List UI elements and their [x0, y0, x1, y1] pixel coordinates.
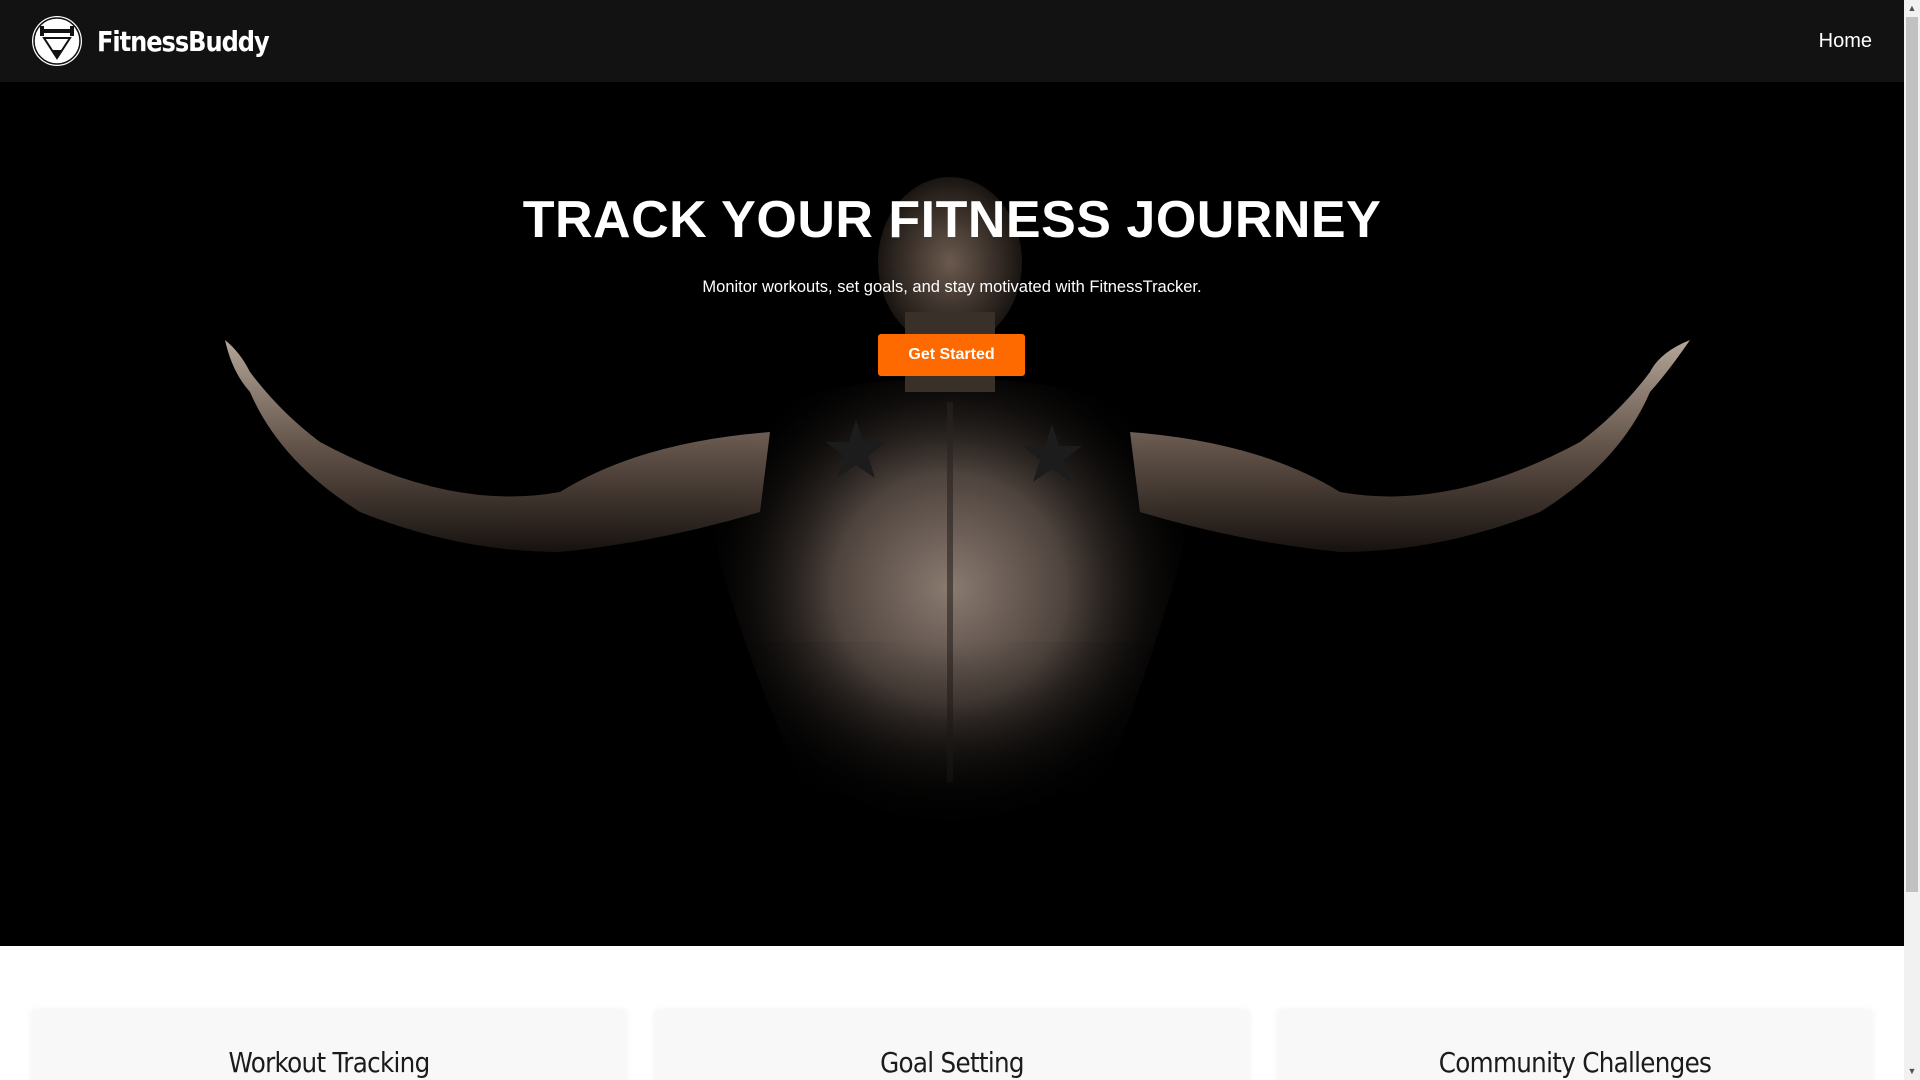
hero-section: TRACK YOUR FITNESS JOURNEY Monitor worko…: [0, 82, 1904, 946]
page-scrollbar[interactable]: ▲ ▼: [1904, 0, 1920, 1080]
brand-name: FitnessBuddy: [97, 24, 270, 58]
brand[interactable]: FitnessBuddy: [32, 16, 297, 66]
scroll-up-arrow-icon[interactable]: ▲: [1904, 0, 1920, 17]
nav-link-home[interactable]: Home: [1819, 30, 1872, 53]
feature-card-goal-setting: Goal Setting: [655, 1010, 1249, 1080]
hero-subtitle: Monitor workouts, set goals, and stay mo…: [702, 278, 1202, 296]
fitness-logo-icon: [32, 16, 82, 66]
scrollbar-thumb[interactable]: [1906, 17, 1918, 892]
feature-title: Community Challenges: [1438, 1046, 1712, 1079]
feature-card-community-challenges: Community Challenges: [1278, 1010, 1872, 1080]
feature-title: Goal Setting: [880, 1046, 1024, 1079]
features-section: Workout Tracking Goal Setting Community …: [0, 946, 1904, 1080]
feature-card-workout-tracking: Workout Tracking: [32, 1010, 626, 1080]
feature-title: Workout Tracking: [228, 1046, 430, 1079]
hero-title: TRACK YOUR FITNESS JOURNEY: [522, 191, 1382, 249]
logo-graphic: [33, 17, 81, 65]
get-started-button[interactable]: Get Started: [878, 334, 1025, 376]
scroll-down-arrow-icon[interactable]: ▼: [1904, 1063, 1920, 1080]
navbar: FitnessBuddy Home: [0, 0, 1904, 82]
